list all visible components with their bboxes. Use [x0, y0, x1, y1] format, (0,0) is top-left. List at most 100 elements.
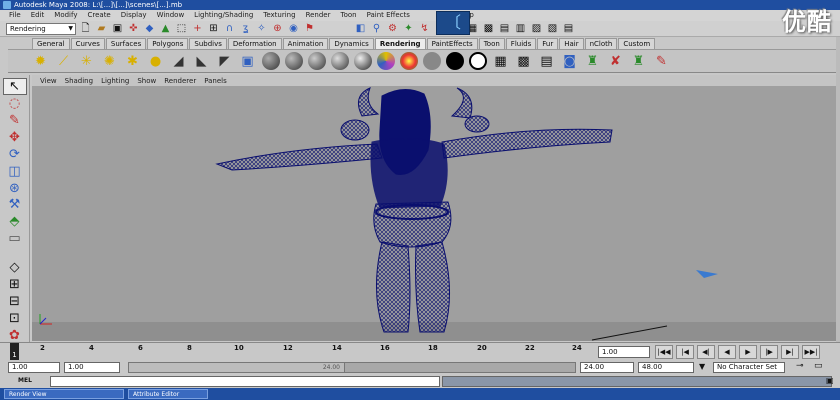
playback-start-field[interactable]: 1.00: [64, 362, 120, 373]
shelf-tab-animation[interactable]: Animation: [282, 38, 329, 49]
render-frame-icon[interactable]: ⚑: [303, 22, 316, 35]
play-backwards-button[interactable]: ◀: [718, 345, 736, 359]
ramp-shader-icon[interactable]: [398, 51, 419, 72]
shelf-tab-rendering[interactable]: Rendering: [374, 38, 426, 49]
character-set-dropdown-arrow-icon[interactable]: ▼: [699, 362, 705, 371]
shelf-tab-dynamics[interactable]: Dynamics: [329, 38, 374, 49]
panel-menu-shading[interactable]: Shading: [61, 77, 97, 85]
use-background-icon[interactable]: [444, 51, 465, 72]
shelf-tab-hair[interactable]: Hair: [559, 38, 584, 49]
snap-view-icon[interactable]: ✧: [255, 22, 268, 35]
camera-aim-up-icon[interactable]: ◤: [214, 51, 235, 72]
shelf-tab-ncloth[interactable]: nCloth: [584, 38, 618, 49]
blinn-material-icon[interactable]: [283, 51, 304, 72]
start-time-field[interactable]: 1.00: [8, 362, 60, 373]
command-input[interactable]: [50, 376, 440, 387]
menu-file[interactable]: File: [4, 10, 26, 21]
shelf-tab-general[interactable]: General: [32, 38, 70, 49]
outliner-layout-icon[interactable]: ⊡: [3, 310, 27, 326]
shelf-tab-curves[interactable]: Curves: [70, 38, 105, 49]
menu-lighting-shading[interactable]: Lighting/Shading: [189, 10, 258, 21]
taskbar-attribute-editor[interactable]: Attribute Editor: [128, 389, 208, 399]
select-by-hierarchy-icon[interactable]: ✜: [127, 22, 140, 35]
attribute-editor-toggle-icon[interactable]: ▨: [530, 22, 543, 35]
step-forward-key-button[interactable]: ▶|: [781, 345, 799, 359]
camera-aim-icon[interactable]: ◣: [191, 51, 212, 72]
shelf-tab-fur[interactable]: Fur: [537, 38, 559, 49]
panel-menu-lighting[interactable]: Lighting: [97, 77, 133, 85]
mask-icon-2[interactable]: +: [191, 22, 204, 35]
brush-icon[interactable]: ♜: [628, 51, 649, 72]
soft-mod-tool-icon[interactable]: ⚒: [3, 197, 27, 213]
two-view-layout-icon[interactable]: ⊟: [3, 294, 27, 310]
spot-light-icon[interactable]: ✺: [99, 51, 120, 72]
shelf-tab-polygons[interactable]: Polygons: [147, 38, 189, 49]
current-frame-marker[interactable]: 1: [10, 343, 19, 361]
playback-end-field[interactable]: 24.00: [580, 362, 634, 373]
paint-select-tool-icon[interactable]: ✎: [3, 113, 27, 129]
ambient-light-icon[interactable]: ✹: [30, 51, 51, 72]
step-back-key-button[interactable]: |◀: [676, 345, 694, 359]
render-view-shelf-icon[interactable]: ▦: [490, 51, 511, 72]
phong-e-material-icon[interactable]: [329, 51, 350, 72]
four-view-layout-icon[interactable]: ⊞: [3, 277, 27, 293]
paint-tool-icon[interactable]: ♜: [582, 51, 603, 72]
history-icon[interactable]: ◉: [287, 22, 300, 35]
render-globals-icon[interactable]: ▥: [514, 22, 527, 35]
ipr-render-shelf-icon[interactable]: ▩: [513, 51, 534, 72]
menu-edit[interactable]: Edit: [26, 10, 50, 21]
character-wireframe-mesh[interactable]: [215, 87, 613, 333]
snap-curve-icon[interactable]: ∩: [223, 22, 236, 35]
render-tool-icon[interactable]: ▣: [237, 51, 258, 72]
directional-light-icon[interactable]: ⟋: [53, 51, 74, 72]
script-editor-icon[interactable]: ▣: [826, 376, 834, 385]
auto-key-icon[interactable]: ⊸: [796, 361, 804, 371]
panel-menu-panels[interactable]: Panels: [200, 77, 231, 85]
menu-modify[interactable]: Modify: [49, 10, 82, 21]
point-light-icon[interactable]: ✳: [76, 51, 97, 72]
show-manipulator-icon[interactable]: ⬘: [3, 214, 27, 230]
current-time-field[interactable]: 1.00: [598, 346, 650, 358]
range-slider-handle[interactable]: 24.00: [129, 363, 345, 372]
render-settings-icon[interactable]: ⚙: [386, 22, 399, 35]
menu-window[interactable]: Window: [152, 10, 190, 21]
surface-shader-icon[interactable]: [421, 51, 442, 72]
play-forwards-button[interactable]: ▶: [739, 345, 757, 359]
hypershade-shelf-icon[interactable]: ◙: [559, 51, 580, 72]
shelf-tab-deformation[interactable]: Deformation: [227, 38, 282, 49]
delete-icon[interactable]: ✘: [605, 51, 626, 72]
channel-box-toggle-icon[interactable]: ▤: [562, 22, 575, 35]
curve-snap-icon[interactable]: ↯: [418, 22, 431, 35]
lambert-material-icon[interactable]: [260, 51, 281, 72]
right-panel-scrollbar[interactable]: [836, 37, 840, 342]
layered-shader-icon[interactable]: [375, 51, 396, 72]
shelf-tab-custom[interactable]: Custom: [618, 38, 656, 49]
shelf-tab-subdivs[interactable]: Subdivs: [189, 38, 227, 49]
step-forward-frame-button[interactable]: |▶: [760, 345, 778, 359]
go-to-start-button[interactable]: |◀◀: [655, 345, 673, 359]
shading-map-icon[interactable]: [467, 51, 488, 72]
batch-render-shelf-icon[interactable]: ▤: [536, 51, 557, 72]
end-time-field[interactable]: 48.00: [638, 362, 694, 373]
mask-icon[interactable]: ⬚: [175, 22, 188, 35]
animation-preferences-icon[interactable]: ▭: [814, 361, 823, 371]
anisotropic-material-icon[interactable]: [352, 51, 373, 72]
snap-live-icon[interactable]: ⊕: [271, 22, 284, 35]
ipr-render-icon[interactable]: ⚲: [370, 22, 383, 35]
character-set-field[interactable]: No Character Set: [713, 362, 785, 373]
shelf-tab-surfaces[interactable]: Surfaces: [105, 38, 147, 49]
last-tool-icon[interactable]: ▭: [3, 231, 27, 247]
snap-point-icon[interactable]: ʓ: [239, 22, 252, 35]
select-by-component-icon[interactable]: ▲: [159, 22, 172, 35]
shelf-tab-painteffects[interactable]: PaintEffects: [426, 38, 478, 49]
select-by-object-icon[interactable]: ◆: [143, 22, 156, 35]
go-to-end-button[interactable]: ▶▶|: [802, 345, 820, 359]
range-slider-bar[interactable]: 24.00: [128, 362, 576, 373]
move-tool-icon[interactable]: ✥: [3, 130, 27, 146]
persp-outliner-layout-icon[interactable]: ✿: [3, 327, 27, 343]
perspective-viewport[interactable]: [32, 86, 838, 341]
menu-toon[interactable]: Toon: [335, 10, 361, 21]
menu-render[interactable]: Render: [301, 10, 336, 21]
panel-menu-view[interactable]: View: [36, 77, 61, 85]
shelf-tab-toon[interactable]: Toon: [478, 38, 505, 49]
